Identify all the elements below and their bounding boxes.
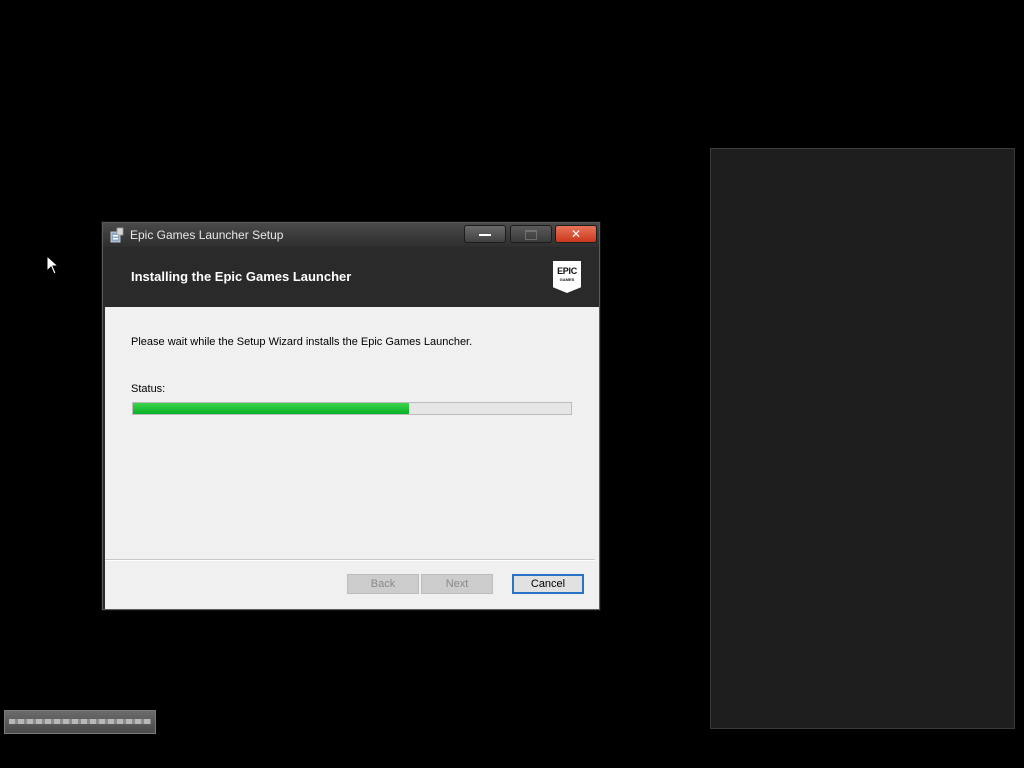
omitted-image-placeholder <box>710 148 1015 729</box>
installer-header: Installing the Epic Games Launcher EPIC … <box>105 247 599 307</box>
page-title: Installing the Epic Games Launcher <box>131 269 352 284</box>
logo-text-epic: EPIC <box>557 266 577 276</box>
minimize-icon <box>479 233 491 236</box>
maximize-icon <box>525 229 537 240</box>
next-button[interactable]: Next <box>421 574 493 594</box>
installer-body: Please wait while the Setup Wizard insta… <box>105 307 599 609</box>
setup-window: Epic Games Launcher Setup ✕ Installing t… <box>102 222 600 610</box>
close-icon: ✕ <box>570 227 582 241</box>
cancel-button[interactable]: Cancel <box>512 574 584 594</box>
close-button[interactable]: ✕ <box>555 225 597 243</box>
progress-fill <box>133 403 409 414</box>
install-description: Please wait while the Setup Wizard insta… <box>131 336 473 348</box>
minimize-button[interactable] <box>464 225 506 243</box>
mouse-pointer-icon <box>46 255 60 275</box>
window-title: Epic Games Launcher Setup <box>130 228 284 242</box>
status-label: Status: <box>131 383 166 395</box>
installer-icon <box>110 227 124 243</box>
install-progress-bar <box>132 402 572 415</box>
minimized-window-thumbnail[interactable] <box>4 710 156 734</box>
logo-text-games: GAMES <box>559 277 575 282</box>
maximize-button <box>510 225 552 243</box>
title-bar[interactable]: Epic Games Launcher Setup ✕ <box>103 223 599 247</box>
epic-games-logo: EPIC GAMES <box>553 261 581 293</box>
footer-divider <box>105 559 595 561</box>
back-button[interactable]: Back <box>347 574 419 594</box>
